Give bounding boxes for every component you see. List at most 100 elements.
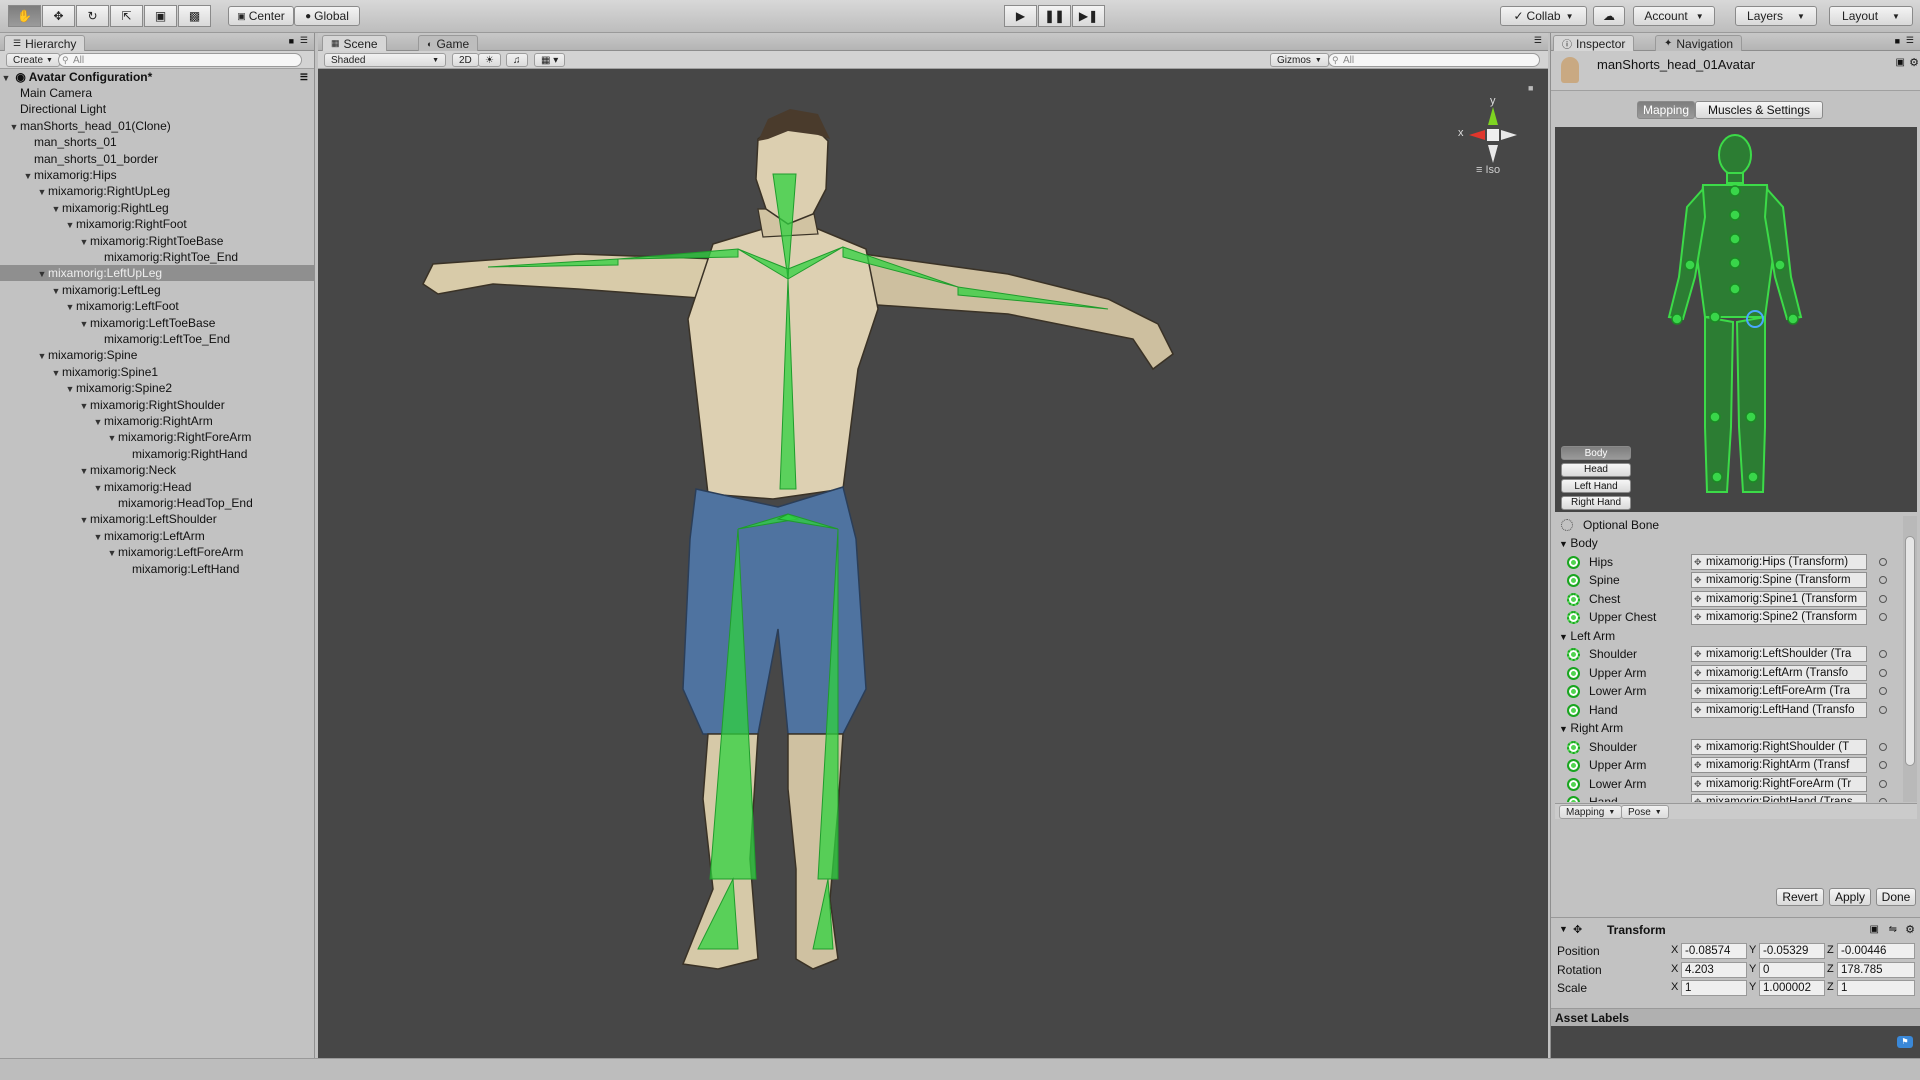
tab-muscles-settings[interactable]: Muscles & Settings — [1695, 101, 1823, 119]
hierarchy-item[interactable]: ▼ mixamorig:RightUpLeg — [0, 183, 314, 199]
bone-object-field[interactable]: ✥ mixamorig:Spine (Transform — [1691, 572, 1867, 588]
expand-arrow-icon[interactable]: ▼ — [78, 463, 90, 479]
hierarchy-item[interactable]: ▼ mixamorig:LeftLeg — [0, 282, 314, 298]
scene-viewport[interactable]: y x ■ ≡ Iso — [318, 69, 1548, 1058]
play-button[interactable]: ▶ — [1004, 5, 1037, 27]
object-picker-icon[interactable] — [1879, 557, 1887, 566]
hierarchy-item[interactable]: ▼ mixamorig:RightFoot — [0, 216, 314, 232]
audio-toggle-icon[interactable]: ♫ — [506, 53, 528, 67]
bone-status-icon[interactable] — [1567, 648, 1580, 661]
bone-status-icon[interactable] — [1567, 574, 1580, 587]
tab-navigation[interactable]: ✦ Navigation — [1655, 35, 1743, 51]
tab-hierarchy[interactable]: ☰ Hierarchy — [4, 35, 86, 51]
bone-object-field[interactable]: ✥ mixamorig:RightArm (Transf — [1691, 757, 1867, 773]
tab-inspector[interactable]: ⓘ Inspector — [1553, 35, 1635, 51]
expand-arrow-icon[interactable]: ▼ — [36, 348, 48, 364]
preset-icon[interactable]: ⇋ — [1889, 924, 1897, 935]
expand-arrow-icon[interactable]: ▼ — [50, 365, 62, 381]
scale-tool-icon[interactable]: ⇱ — [110, 5, 143, 27]
hierarchy-item[interactable]: man_shorts_01 — [0, 134, 314, 150]
body-view-button[interactable]: Right Hand — [1561, 495, 1631, 510]
mapping-dropdown[interactable]: Mapping ▼ — [1559, 805, 1623, 819]
layout-dropdown[interactable]: Layout ▼ — [1829, 6, 1913, 26]
rotate-tool-icon[interactable]: ↻ — [76, 5, 109, 27]
hierarchy-item[interactable]: ▼ mixamorig:Spine2 — [0, 380, 314, 396]
hierarchy-item[interactable]: ▼ mixamorig:LeftUpLeg — [0, 265, 314, 282]
hierarchy-item[interactable]: ▼ mixamorig:RightForeArm — [0, 429, 314, 445]
hierarchy-item[interactable]: mixamorig:LeftHand — [0, 561, 314, 577]
bone-list-scrollbar[interactable] — [1903, 516, 1917, 802]
object-picker-icon[interactable] — [1879, 650, 1887, 658]
expand-arrow-icon[interactable]: ▼ — [78, 398, 90, 414]
tab-mapping[interactable]: Mapping — [1637, 101, 1695, 119]
scrollbar-thumb[interactable] — [1905, 536, 1915, 766]
hierarchy-item[interactable]: ▼ mixamorig:RightToeBase — [0, 233, 314, 249]
hierarchy-item[interactable]: ▼ mixamorig:Spine — [0, 347, 314, 363]
expand-arrow-icon[interactable]: ▼ — [36, 184, 48, 200]
bone-object-field[interactable]: ✥ mixamorig:Spine2 (Transform — [1691, 609, 1867, 625]
gear-icon[interactable]: ⚙ — [1909, 56, 1919, 69]
object-picker-icon[interactable] — [1879, 594, 1887, 603]
hand-tool-icon[interactable]: ✋ — [8, 5, 41, 27]
body-view-button[interactable]: Left Hand — [1561, 479, 1631, 493]
scene-root-row[interactable]: ▼ ◉ Avatar Configuration* ☰ — [0, 69, 314, 85]
expand-arrow-icon[interactable]: ▼ — [22, 168, 34, 184]
shading-mode-dropdown[interactable]: Shaded ▼ — [324, 53, 446, 67]
object-picker-icon[interactable] — [1879, 742, 1887, 751]
hierarchy-item[interactable]: ▼ mixamorig:LeftToeBase — [0, 315, 314, 331]
hierarchy-item[interactable]: ▼ mixamorig:Spine1 — [0, 364, 314, 380]
tag-icon[interactable]: ⚑ — [1897, 1036, 1913, 1048]
hierarchy-item[interactable]: mixamorig:LeftToe_End — [0, 331, 314, 347]
hierarchy-item[interactable]: ▼ mixamorig:LeftShoulder — [0, 511, 314, 527]
hierarchy-item[interactable]: Directional Light — [0, 101, 314, 117]
bone-object-field[interactable]: ✥ mixamorig:LeftArm (Transfo — [1691, 664, 1867, 681]
expand-arrow-icon[interactable]: ▼ — [36, 266, 48, 282]
expand-arrow-icon[interactable]: ▼ — [78, 512, 90, 528]
bone-status-icon[interactable] — [1567, 666, 1580, 680]
transform-tool-icon[interactable]: ▩ — [178, 5, 211, 27]
revert-button[interactable]: Revert — [1776, 888, 1824, 906]
bone-status-icon[interactable] — [1567, 555, 1580, 569]
object-picker-icon[interactable] — [1879, 779, 1887, 788]
hierarchy-item[interactable]: mixamorig:HeadTop_End — [0, 495, 314, 511]
bone-status-icon[interactable] — [1567, 685, 1580, 698]
bone-object-field[interactable]: ✥ mixamorig:RightForeArm (Tr — [1691, 775, 1867, 792]
tab-scene[interactable]: ▦ Scene — [322, 35, 387, 51]
transform-header[interactable]: ▼ ✥ Transform ▣ ⇋ ⚙ — [1551, 921, 1920, 939]
projection-toggle[interactable]: ≡ Iso — [1476, 164, 1500, 176]
expand-arrow-icon[interactable]: ▼ — [0, 70, 12, 86]
scale-x-field[interactable]: 1 — [1681, 980, 1747, 996]
object-picker-icon[interactable] — [1879, 613, 1887, 621]
hierarchy-item[interactable]: ▼ mixamorig:Hips — [0, 167, 314, 183]
expand-arrow-icon[interactable]: ▼ — [106, 430, 118, 446]
expand-arrow-icon[interactable]: ▼ — [64, 217, 76, 233]
lock-icon[interactable]: ■ — [289, 36, 294, 46]
hierarchy-item[interactable]: ▼ mixamorig:RightLeg — [0, 200, 314, 216]
bone-object-field[interactable]: ✥ mixamorig:Spine1 (Transform — [1691, 590, 1867, 607]
bone-object-field[interactable]: ✥ mixamorig:RightShoulder (T — [1691, 738, 1867, 755]
panel-menu-icon[interactable]: ☰ — [300, 69, 308, 85]
expand-arrow-icon[interactable]: ▼ — [50, 201, 62, 217]
rotation-z-field[interactable]: 178.785 — [1837, 961, 1915, 978]
expand-arrow-icon[interactable]: ▼ — [78, 234, 90, 250]
body-view-button[interactable]: Head — [1561, 462, 1631, 477]
create-button[interactable]: Create ▼ — [6, 53, 60, 67]
collab-button[interactable]: ✓ Collab ▼ — [1500, 6, 1587, 26]
body-view-button[interactable]: Body — [1561, 446, 1631, 460]
object-picker-icon[interactable] — [1879, 687, 1887, 695]
move-tool-icon[interactable]: ✥ — [42, 5, 75, 27]
lock-icon[interactable]: ■ — [1528, 83, 1533, 93]
layers-dropdown[interactable]: Layers ▼ — [1735, 6, 1817, 26]
pivot-global-button[interactable]: ● Global — [294, 6, 360, 26]
bone-object-field[interactable]: ✥ mixamorig:RightHand (Trans — [1691, 794, 1867, 802]
done-button[interactable]: Done — [1876, 888, 1916, 906]
bone-section-header[interactable]: ▼ Left Arm — [1559, 627, 1615, 645]
object-picker-icon[interactable] — [1879, 798, 1887, 802]
position-x-field[interactable]: -0.08574 — [1681, 943, 1747, 959]
pause-button[interactable]: ❚❚ — [1038, 5, 1071, 27]
hierarchy-search-input[interactable]: ⚲ All — [58, 53, 302, 67]
toggle-2d-button[interactable]: 2D — [452, 53, 479, 67]
hierarchy-item[interactable]: ▼ mixamorig:LeftFoot — [0, 298, 314, 314]
expand-arrow-icon[interactable]: ▼ — [106, 545, 118, 561]
panel-menu-icon[interactable]: ☰ — [300, 35, 308, 46]
